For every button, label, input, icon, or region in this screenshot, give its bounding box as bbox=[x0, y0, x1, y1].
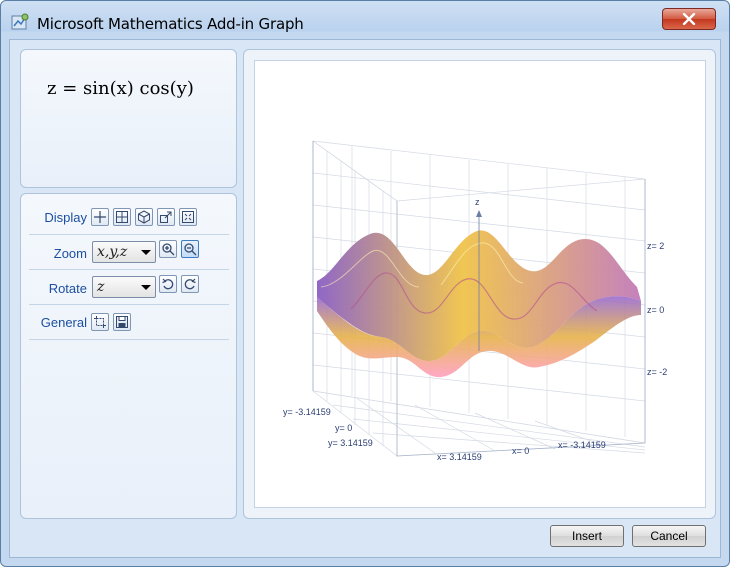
y-tick-label: y= 0 bbox=[335, 423, 352, 433]
x-tick-label: x= -3.14159 bbox=[558, 440, 606, 450]
insert-button[interactable]: Insert bbox=[550, 525, 624, 547]
crop-icon bbox=[94, 316, 106, 328]
rotate-row: Rotate z bbox=[29, 270, 229, 305]
graph-canvas[interactable]: z z= 2 z= 0 z= -2 y= -3.14159 y= 0 y= 3.… bbox=[254, 60, 706, 508]
zoom-in-icon bbox=[162, 243, 175, 256]
zoom-in-button[interactable] bbox=[159, 240, 177, 258]
graph-panel: z z= 2 z= 0 z= -2 y= -3.14159 y= 0 y= 3.… bbox=[243, 49, 716, 519]
x-tick-label: x= 3.14159 bbox=[437, 452, 482, 462]
resize-button[interactable] bbox=[157, 208, 175, 226]
general-row: General bbox=[29, 305, 229, 340]
z-tick-label: z= -2 bbox=[647, 367, 667, 377]
crop-button[interactable] bbox=[91, 313, 109, 331]
gridlines-icon bbox=[94, 211, 106, 223]
controls-panel: Display Zoom x,y,z Rotate z General bbox=[20, 193, 237, 519]
rotate-left-button[interactable] bbox=[159, 275, 177, 293]
rotate-right-icon bbox=[184, 278, 196, 290]
close-button[interactable] bbox=[662, 8, 716, 30]
fit-to-window-button[interactable] bbox=[179, 208, 197, 226]
y-tick-label: y= 3.14159 bbox=[328, 438, 373, 448]
gridlines-button[interactable] bbox=[91, 208, 109, 226]
z-tick-label: z= 0 bbox=[647, 305, 664, 315]
save-icon bbox=[116, 316, 128, 328]
zoom-out-icon bbox=[184, 243, 197, 256]
display-label: Display bbox=[44, 210, 87, 225]
close-icon bbox=[682, 13, 696, 25]
zoom-axis-value: x,y,z bbox=[97, 244, 128, 260]
rotate-axis-value: z bbox=[97, 279, 105, 295]
dialog-client-area: z = sin(x) cos(y) Display Zoom x,y,z Rot… bbox=[9, 39, 721, 558]
graph-dialog-window: Microsoft Mathematics Add-in Graph z = s… bbox=[0, 0, 730, 567]
rotate-left-icon bbox=[162, 278, 174, 290]
chevron-down-icon bbox=[141, 250, 151, 255]
x-tick-label: x= 0 bbox=[512, 446, 529, 456]
equation-panel: z = sin(x) cos(y) bbox=[20, 49, 237, 188]
rotate-axis-dropdown[interactable]: z bbox=[92, 276, 156, 298]
rotate-label: Rotate bbox=[48, 281, 87, 296]
box-3d-button[interactable] bbox=[135, 208, 153, 226]
general-label: General bbox=[40, 315, 87, 330]
window-title: Microsoft Mathematics Add-in Graph bbox=[37, 15, 304, 33]
z-tick-label: z= 2 bbox=[647, 241, 664, 251]
surface-plot: z z= 2 z= 0 z= -2 y= -3.14159 y= 0 y= 3.… bbox=[283, 140, 667, 462]
rotate-right-button[interactable] bbox=[181, 275, 199, 293]
y-tick-label: y= -3.14159 bbox=[283, 407, 331, 417]
fit-to-window-icon bbox=[182, 211, 194, 223]
zoom-axis-dropdown[interactable]: x,y,z bbox=[92, 241, 156, 263]
chevron-down-icon bbox=[141, 285, 151, 290]
cube-icon bbox=[138, 210, 150, 224]
display-row: Display bbox=[29, 200, 229, 235]
graph-app-icon bbox=[11, 13, 29, 31]
cancel-button[interactable]: Cancel bbox=[632, 525, 706, 547]
grid-box-icon bbox=[116, 211, 128, 223]
resize-icon bbox=[160, 211, 172, 223]
zoom-label: Zoom bbox=[53, 246, 87, 261]
z-axis-title: z bbox=[475, 197, 480, 207]
zoom-out-button[interactable] bbox=[181, 240, 199, 258]
grid-box-button[interactable] bbox=[113, 208, 131, 226]
save-button[interactable] bbox=[113, 313, 131, 331]
title-bar[interactable]: Microsoft Mathematics Add-in Graph bbox=[1, 1, 729, 41]
equation-text: z = sin(x) cos(y) bbox=[47, 78, 194, 99]
zoom-row: Zoom x,y,z bbox=[29, 235, 229, 270]
